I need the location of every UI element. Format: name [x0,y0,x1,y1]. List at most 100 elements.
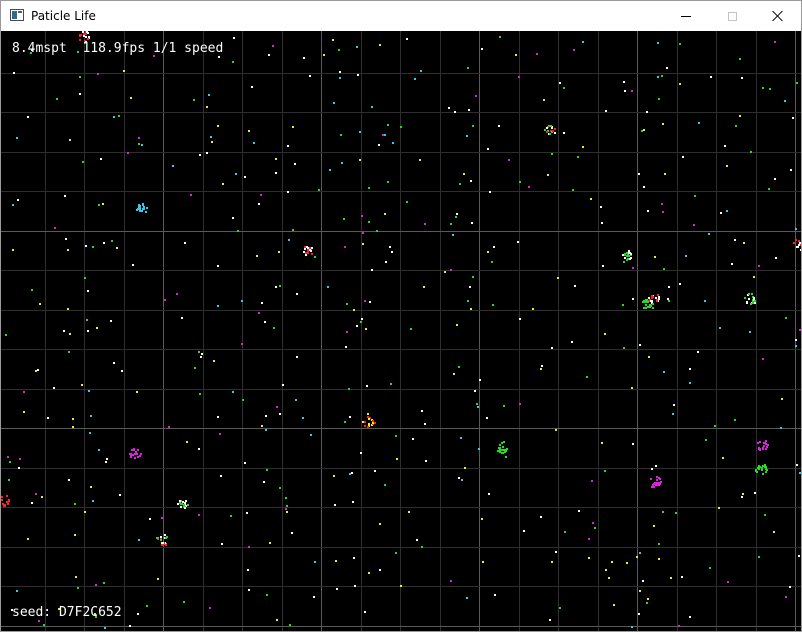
particle [689,382,691,384]
performance-stats: 8.4mspt 118.9fps 1/1 speed [12,41,224,56]
particle [18,467,20,469]
particle [372,422,374,424]
particle [681,576,683,578]
particle [632,267,634,269]
particle [643,186,645,188]
particle [264,321,266,323]
particle [131,449,133,451]
particle [709,567,711,569]
particle [450,269,452,271]
particle [369,301,371,303]
particle [454,111,456,113]
minimize-button[interactable] [663,1,709,31]
particle [792,117,794,119]
particle [577,156,579,158]
particle [774,178,776,180]
particle [206,152,208,154]
particle [470,308,472,310]
particle [241,343,243,345]
particle [793,242,795,244]
particle [132,454,134,456]
particle [517,241,519,243]
particle [408,511,410,513]
particle [604,333,606,335]
particle [762,87,764,89]
particle [652,303,654,305]
simulation-viewport[interactable]: 8.4mspt 118.9fps 1/1 speed seed: D7F2C65… [1,31,801,631]
particle [183,601,185,603]
particle [7,456,9,458]
particle-cluster [129,448,142,459]
particle [368,187,370,189]
particle [574,285,576,287]
particle [450,223,452,225]
particle [177,503,179,505]
particle [69,333,71,335]
particle [260,194,262,196]
particle [139,210,141,212]
particle [83,33,85,35]
particle [689,616,691,618]
particle [64,195,66,197]
particle [478,448,480,450]
particle [540,368,542,370]
particle [452,234,454,236]
particle [704,300,706,302]
particle [1,499,3,501]
particle [744,297,746,299]
particle [344,421,346,423]
particle [309,75,311,77]
particle [605,110,607,112]
particle [84,511,86,513]
particle [655,297,657,299]
particle [90,415,92,417]
particle [487,148,489,150]
particle [650,305,652,307]
particle [750,303,752,305]
particle [287,145,289,147]
particle-canvas[interactable] [1,31,801,631]
close-button[interactable] [755,1,801,31]
particle [67,249,69,251]
app-window-icon[interactable] [10,9,24,21]
particle [798,240,800,242]
maximize-button[interactable] [709,1,755,31]
particle [505,456,507,458]
particle [275,172,277,174]
particle [468,109,470,111]
particle [705,439,707,441]
particle [661,75,663,77]
particle [275,158,277,160]
particle [591,480,593,482]
particle [613,604,615,606]
particle [314,256,316,258]
particle [360,452,362,454]
particle [795,339,797,341]
particle [285,497,287,499]
particle [652,296,654,298]
particle [476,403,478,405]
particle [327,286,329,288]
particle [528,186,530,188]
particle [364,611,366,613]
particle [138,206,140,208]
particle [762,358,764,360]
title-bar[interactable]: Paticle Life [1,1,801,31]
particle [161,517,163,519]
particle [182,501,184,503]
particle [307,247,309,249]
particle [303,251,305,253]
particle [759,441,761,443]
particle [766,446,768,448]
particle [799,472,801,474]
particle [762,465,764,467]
particle [631,626,633,628]
particle [387,124,389,126]
particle [532,308,534,310]
particle [181,503,183,505]
particle [735,125,737,127]
particle [219,433,221,435]
particle [448,107,450,109]
particle [662,211,664,213]
particle [461,479,463,481]
